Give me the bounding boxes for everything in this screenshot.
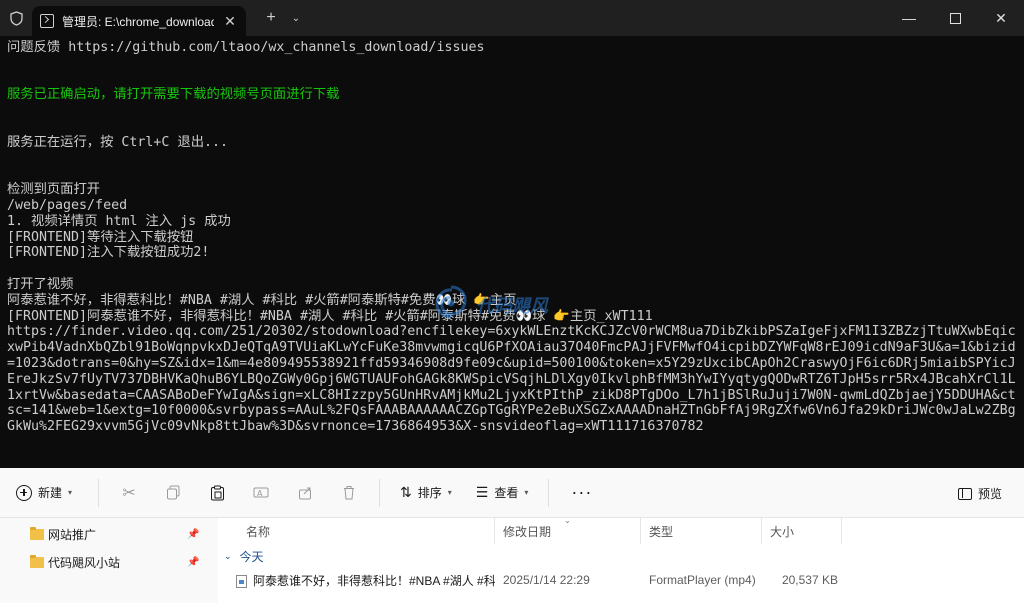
chevron-down-icon: ▾ [524, 488, 529, 497]
folder-icon [30, 526, 44, 540]
divider [548, 478, 550, 507]
close-window-icon[interactable]: ✕ [978, 0, 1024, 36]
nav-item-label: 网站推广 [48, 527, 97, 542]
paste-icon[interactable] [195, 477, 239, 509]
file-name-cell: 阿泰惹谁不好，非得惹科比！#NBA #湖人 #科... [218, 572, 495, 589]
terminal-line: 阿泰惹谁不好，非得惹科比！#NBA #湖人 #科比 #火箭#阿泰斯特#免费👀球 … [7, 292, 517, 308]
folder-icon [30, 554, 44, 568]
pin-icon[interactable]: 📌 [187, 557, 199, 568]
file-type: FormatPlayer (mp4) [649, 573, 756, 587]
view-button[interactable]: ☰ 查看 ▾ [464, 484, 541, 501]
column-headers: 名称 修改日期 类型 大小 ⌄ [218, 516, 1024, 544]
terminal-icon [40, 14, 54, 28]
more-options-button[interactable]: ··· [557, 482, 606, 503]
nav-item-code-hurricane[interactable]: 代码飓风小站 📌 [0, 548, 208, 576]
group-label: 今天 [239, 549, 264, 564]
terminal-output[interactable]: 问题反馈 https://github.com/ltaoo/wx_channel… [7, 40, 1019, 468]
terminal-line: [FRONTEND]注入下载按钮成功2! [7, 245, 210, 261]
sort-icon: ⇅ [400, 484, 412, 500]
sort-button[interactable]: ⇅ 排序 ▾ [388, 484, 464, 501]
delete-icon[interactable] [327, 477, 371, 509]
file-name: 阿泰惹谁不好，非得惹科比！#NBA #湖人 #科... [253, 573, 495, 588]
terminal-line: 问题反馈 https://github.com/ltaoo/wx_channel… [7, 40, 485, 55]
maximize-icon[interactable] [932, 0, 978, 36]
terminal-line: 服务正在运行，按 Ctrl+C 退出... [7, 134, 229, 150]
divider [379, 478, 381, 507]
cut-icon[interactable]: ✂ [107, 477, 151, 509]
view-icon: ☰ [475, 484, 489, 500]
new-tab-button[interactable]: + [256, 9, 286, 27]
command-bar: 新建 ▾ ✂ A ⇅ 排序 ▾ ☰ 查看 ▾ ··· 预览 [0, 468, 1024, 518]
preview-button[interactable]: 预览 [957, 485, 1002, 502]
column-size[interactable]: 大小 [762, 518, 842, 544]
terminal-line: [FRONTEND]等待注入下载按钮 [7, 229, 194, 245]
video-file-icon [236, 574, 247, 588]
preview-label: 预览 [977, 487, 1002, 501]
chevron-down-icon: ▾ [68, 488, 73, 497]
file-size: 20,537 KB [781, 573, 838, 587]
terminal-line: 检测到页面打开 [7, 182, 101, 198]
terminal-line: 1. 视频详情页 html 注入 js 成功 [7, 213, 231, 229]
terminal-tab[interactable]: 管理员: E:\chrome_download\ ✕ [32, 6, 246, 36]
new-label: 新建 [38, 486, 63, 500]
file-date: 2025/1/14 22:29 [503, 573, 590, 587]
nav-item-website-promo[interactable]: 网站推广 📌 [0, 520, 208, 548]
terminal-line: https://finder.video.qq.com/251/20302/st… [7, 324, 1016, 435]
sort-caret-icon: ⌄ [564, 516, 571, 525]
file-list: 名称 修改日期 类型 大小 ⌄ ⌄ 今天 阿泰惹谁不好，非得惹科比！#NBA #… [218, 516, 1024, 603]
close-tab-icon[interactable]: ✕ [222, 13, 238, 30]
shield-icon [8, 10, 24, 26]
preview-pane-icon [957, 487, 972, 500]
view-label: 查看 [494, 486, 519, 500]
terminal-line: [FRONTEND]阿泰惹谁不好，非得惹科比！#NBA #湖人 #科比 #火箭#… [7, 308, 653, 324]
copy-icon[interactable] [151, 477, 195, 509]
share-icon[interactable] [283, 477, 327, 509]
terminal-line: 服务已正确启动，请打开需要下载的视频号页面进行下载 [7, 87, 340, 103]
file-explorer: 新建 ▾ ✂ A ⇅ 排序 ▾ ☰ 查看 ▾ ··· 预览 网站推广 📌 代码飓… [0, 468, 1024, 603]
group-header-today[interactable]: ⌄ 今天 [218, 544, 1024, 568]
column-name[interactable]: 名称 [218, 518, 495, 544]
pin-icon[interactable]: 📌 [187, 529, 199, 540]
new-button[interactable]: 新建 ▾ [16, 484, 72, 501]
column-type[interactable]: 类型 [641, 518, 762, 544]
terminal-line: 打开了视频 [7, 276, 74, 292]
chevron-down-icon[interactable]: ⌄ [286, 13, 306, 24]
sort-label: 排序 [417, 486, 442, 500]
plus-icon [16, 484, 32, 501]
chevron-down-icon: ⌄ [224, 550, 232, 561]
divider [98, 478, 100, 507]
minimize-icon[interactable]: — [886, 0, 932, 36]
nav-item-label: 代码飓风小站 [48, 555, 121, 570]
terminal-line: /web/pages/feed [7, 197, 128, 213]
terminal-titlebar: 管理员: E:\chrome_download\ ✕ + ⌄ — ✕ [0, 0, 1024, 36]
navigation-pane: 网站推广 📌 代码飓风小站 📌 [0, 518, 208, 603]
chevron-down-icon: ▾ [447, 488, 452, 497]
table-row[interactable]: 阿泰惹谁不好，非得惹科比！#NBA #湖人 #科... 2025/1/14 22… [218, 568, 1024, 592]
rename-icon[interactable]: A [239, 477, 283, 509]
window-controls: — ✕ [886, 0, 1024, 36]
svg-text:A: A [257, 489, 263, 498]
tab-title: 管理员: E:\chrome_download\ [62, 14, 214, 29]
